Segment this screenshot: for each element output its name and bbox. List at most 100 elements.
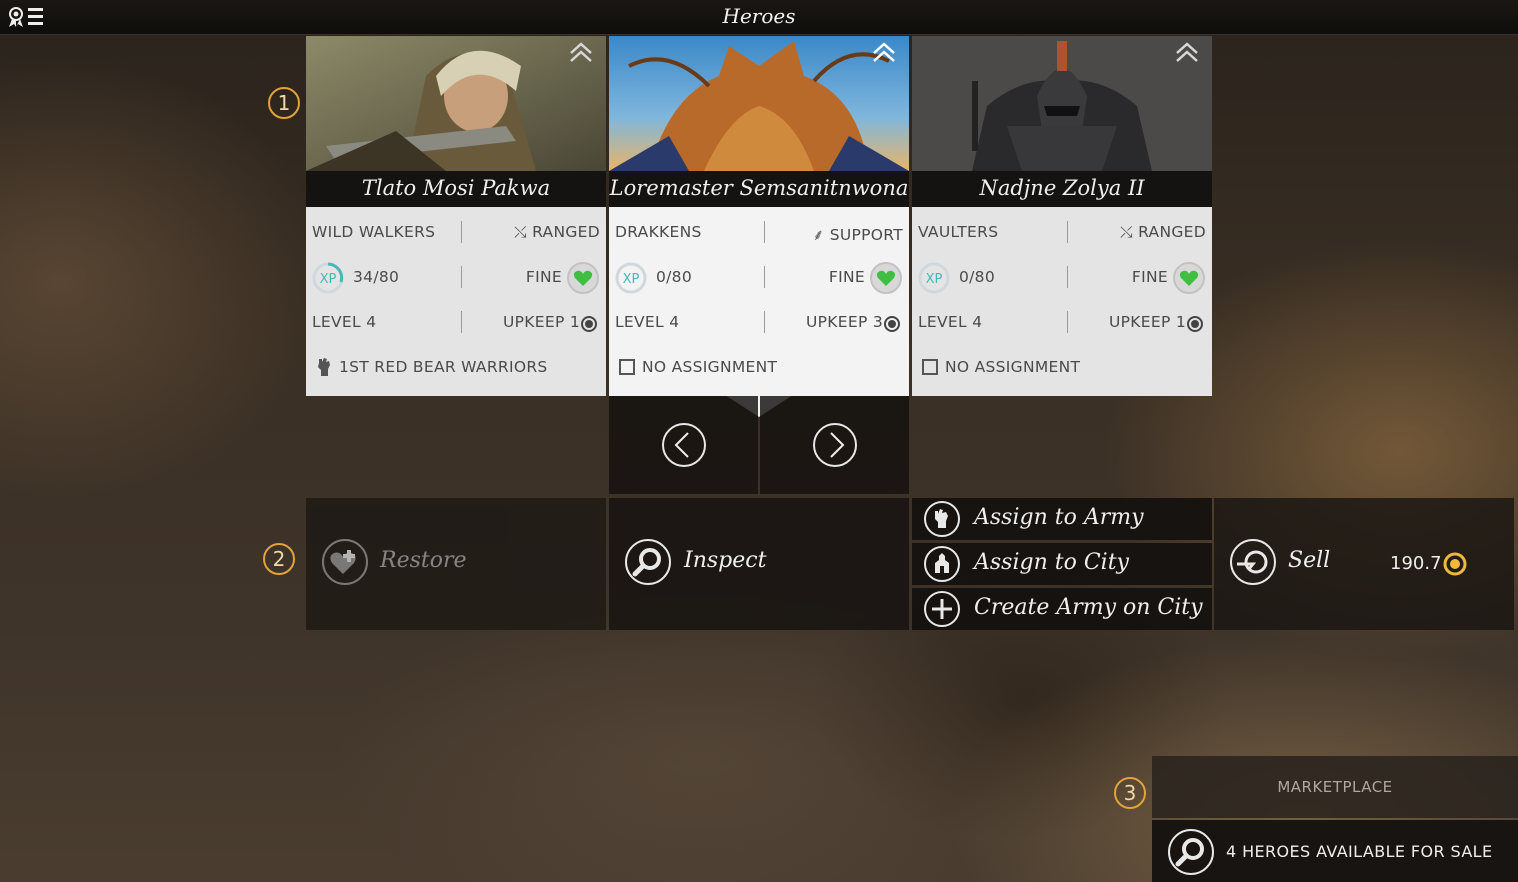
assign-group: Assign to Army Assign to City Create Arm…: [912, 498, 1212, 630]
marketplace-title: MARKETPLACE: [1277, 778, 1393, 796]
previous-hero-button[interactable]: [661, 423, 706, 467]
fist-icon: [924, 501, 960, 537]
hero-role: RANGED: [532, 223, 600, 241]
divider: [764, 266, 765, 288]
top-bar: Heroes: [0, 0, 1518, 35]
marketplace-header: MARKETPLACE: [1152, 756, 1518, 818]
hero-level: LEVEL 4: [312, 313, 377, 331]
magnifier-icon: [625, 539, 671, 585]
health-heart-icon: [870, 262, 902, 294]
hero-health: FINE: [1131, 268, 1168, 286]
ranged-icon: ⤯: [514, 223, 533, 241]
hero-role: RANGED: [1138, 223, 1206, 241]
assign-army-label: Assign to Army: [974, 505, 1144, 530]
hero-portrait: [306, 36, 606, 171]
health-heart-icon: [567, 262, 599, 294]
assign-to-city-button[interactable]: Assign to City: [912, 543, 1212, 585]
hero-name: Nadjne Zolya II: [912, 171, 1212, 207]
next-panel: [760, 396, 909, 494]
promote-chevron-icon: [570, 42, 592, 62]
hero-level: LEVEL 4: [918, 313, 983, 331]
xp-label: XP: [623, 272, 640, 287]
hero-card-3[interactable]: Nadjne Zolya II VAULTERS ⤯ RANGED XP 0/8…: [912, 36, 1212, 396]
divider: [461, 266, 462, 288]
influence-coin-icon: [884, 316, 900, 332]
hero-portrait: [912, 36, 1212, 171]
divider: [1067, 266, 1068, 288]
hero-xp: 0/80: [959, 268, 996, 286]
influence-coin-icon: [1187, 316, 1203, 332]
sell-coin-icon: [1230, 539, 1276, 585]
prev-panel: [609, 396, 758, 494]
assignment-row[interactable]: NO ASSIGNMENT: [912, 345, 1212, 389]
xp-label: XP: [926, 272, 943, 287]
hero-assignment: NO ASSIGNMENT: [945, 358, 1081, 376]
assign-city-label: Assign to City: [974, 550, 1129, 575]
plus-icon: [924, 591, 960, 627]
hero-portrait: [609, 36, 909, 171]
heart-plus-icon: [322, 539, 368, 585]
assignment-checkbox[interactable]: [922, 359, 938, 375]
divider: [764, 311, 765, 333]
hero-upkeep: UPKEEP 1: [503, 313, 580, 331]
marketplace-button[interactable]: 4 HEROES AVAILABLE FOR SALE: [1152, 820, 1518, 882]
inspect-label: Inspect: [684, 548, 767, 573]
xp-label: XP: [320, 272, 337, 287]
sell-label: Sell: [1288, 548, 1331, 573]
health-heart-icon: [1173, 262, 1205, 294]
hero-faction: WILD WALKERS: [312, 223, 436, 241]
xp-ring-icon: XP: [615, 262, 647, 294]
hero-xp: 0/80: [656, 268, 693, 286]
sell-button[interactable]: Sell 190.7: [1214, 498, 1514, 630]
restore-label: Restore: [380, 548, 467, 573]
divider: [461, 221, 462, 243]
influence-coin-icon: [581, 316, 597, 332]
hero-level: LEVEL 4: [615, 313, 680, 331]
divider: [1067, 221, 1068, 243]
assign-to-army-button[interactable]: Assign to Army: [912, 498, 1212, 540]
create-army-label: Create Army on City: [974, 595, 1203, 620]
fist-icon: [318, 358, 330, 376]
marketplace-text: 4 HEROES AVAILABLE FOR SALE: [1226, 842, 1493, 861]
chevron-right-icon: [829, 432, 844, 458]
marker-2: 2: [263, 543, 295, 575]
xp-ring-icon: XP: [918, 262, 950, 294]
hero-health: FINE: [828, 268, 865, 286]
promote-chevron-icon: [873, 42, 895, 62]
hero-health: FINE: [525, 268, 562, 286]
hero-card-1[interactable]: Tlato Mosi Pakwa WILD WALKERS ⤯ RANGED X…: [306, 36, 606, 396]
marker-3: 3: [1114, 777, 1146, 809]
hero-xp: 34/80: [353, 268, 400, 286]
ranged-icon: ⤯: [1120, 223, 1139, 241]
assignment-row[interactable]: NO ASSIGNMENT: [609, 345, 909, 389]
divider: [764, 221, 765, 243]
inspect-button[interactable]: Inspect: [609, 498, 909, 630]
marker-1: 1: [268, 87, 300, 119]
hero-role: SUPPORT: [829, 226, 903, 244]
hero-assignment: NO ASSIGNMENT: [642, 358, 778, 376]
hero-upkeep: UPKEEP 3: [806, 313, 883, 331]
hero-info: WILD WALKERS ⤯ RANGED XP 34/80 FINE LEVE…: [306, 207, 606, 396]
restore-button[interactable]: Restore: [306, 498, 606, 630]
hero-info: DRAKKENS ⸙ SUPPORT XP 0/80 FINE LEVEL 4 …: [609, 207, 909, 396]
dust-coin-icon: [1443, 552, 1467, 576]
city-icon: [924, 546, 960, 582]
assignment-row[interactable]: 1ST RED BEAR WARRIORS: [306, 345, 606, 389]
hero-name: Loremaster Semsanitnwona: [609, 171, 909, 207]
xp-ring-icon: XP: [312, 262, 344, 294]
assignment-checkbox[interactable]: [619, 359, 635, 375]
promote-chevron-icon: [1176, 42, 1198, 62]
next-hero-button[interactable]: [812, 423, 857, 467]
page-title: Heroes: [722, 4, 796, 28]
hero-info: VAULTERS ⤯ RANGED XP 0/80 FINE LEVEL 4 U…: [912, 207, 1212, 396]
hero-card-2[interactable]: Loremaster Semsanitnwona DRAKKENS ⸙ SUPP…: [609, 36, 909, 396]
hero-name: Tlato Mosi Pakwa: [306, 171, 606, 207]
create-army-on-city-button[interactable]: Create Army on City: [912, 588, 1212, 630]
hero-assignment: 1ST RED BEAR WARRIORS: [339, 358, 548, 376]
hero-upkeep: UPKEEP 1: [1109, 313, 1186, 331]
magnifier-icon: [1168, 829, 1214, 875]
chevron-left-icon: [674, 432, 689, 458]
hero-faction: VAULTERS: [918, 223, 999, 241]
sell-price: 190.7: [1390, 553, 1442, 574]
divider: [1067, 311, 1068, 333]
